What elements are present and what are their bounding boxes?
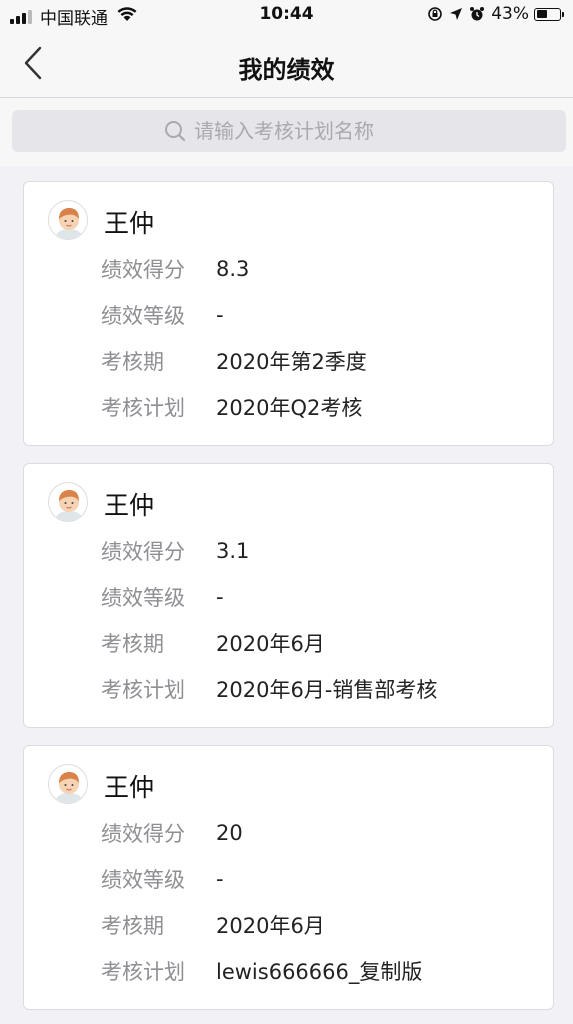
- grade-value: -: [216, 867, 224, 891]
- search-box[interactable]: [12, 110, 566, 152]
- grade-value: -: [216, 585, 224, 609]
- score-row: 绩效得分 20: [101, 818, 243, 848]
- score-value: 20: [216, 821, 243, 845]
- page-title: 我的绩效: [238, 56, 335, 84]
- status-right: 43%: [421, 4, 564, 24]
- search-icon: [164, 120, 186, 142]
- battery-percent: 43%: [491, 4, 529, 24]
- rotation-lock-icon: [427, 6, 443, 22]
- score-label: 绩效得分: [101, 540, 185, 564]
- plan-row: 考核计划 2020年6月-销售部考核: [101, 674, 437, 704]
- period-label: 考核期: [101, 914, 164, 938]
- period-label: 考核期: [101, 632, 164, 656]
- period-label: 考核期: [101, 350, 164, 374]
- score-row: 绩效得分 3.1: [101, 536, 249, 566]
- grade-label: 绩效等级: [101, 868, 185, 892]
- grade-value: -: [216, 303, 224, 327]
- score-label: 绩效得分: [101, 258, 185, 282]
- score-label: 绩效得分: [101, 822, 185, 846]
- plan-label: 考核计划: [101, 960, 185, 984]
- location-icon: [449, 7, 463, 21]
- performance-card[interactable]: 王仲 绩效得分 3.1 绩效等级 - 考核期 2020年6月 考核计划 2020…: [23, 463, 554, 728]
- status-bar: 中国联通 10:44 43%: [0, 0, 573, 30]
- alarm-icon: [469, 6, 485, 22]
- plan-label: 考核计划: [101, 678, 185, 702]
- score-value: 8.3: [216, 257, 250, 281]
- grade-label: 绩效等级: [101, 304, 185, 328]
- plan-value: 2020年Q2考核: [216, 396, 363, 420]
- avatar: [48, 764, 88, 804]
- nav-bar: 我的绩效: [0, 30, 573, 98]
- grade-row: 绩效等级 -: [101, 300, 224, 330]
- avatar: [48, 200, 88, 240]
- performance-card[interactable]: 王仲 绩效得分 20 绩效等级 - 考核期 2020年6月 考核计划 lewis…: [23, 745, 554, 1010]
- period-row: 考核期 2020年6月: [101, 628, 325, 658]
- employee-name: 王仲: [104, 491, 155, 520]
- period-value: 2020年第2季度: [216, 350, 367, 374]
- period-row: 考核期 2020年6月: [101, 910, 325, 940]
- plan-row: 考核计划 lewis666666_复制版: [101, 956, 422, 986]
- employee-name: 王仲: [104, 773, 155, 802]
- plan-row: 考核计划 2020年Q2考核: [101, 392, 362, 422]
- score-row: 绩效得分 8.3: [101, 254, 249, 284]
- battery-icon: [534, 7, 564, 21]
- plan-label: 考核计划: [101, 396, 185, 420]
- score-value: 3.1: [216, 539, 250, 563]
- performance-card[interactable]: 王仲 绩效得分 8.3 绩效等级 - 考核期 2020年第2季度 考核计划 20…: [23, 181, 554, 446]
- plan-value: 2020年6月-销售部考核: [216, 678, 438, 702]
- search-input[interactable]: [194, 119, 414, 143]
- grade-row: 绩效等级 -: [101, 864, 224, 894]
- grade-row: 绩效等级 -: [101, 582, 224, 612]
- avatar: [48, 482, 88, 522]
- period-value: 2020年6月: [216, 632, 325, 656]
- plan-value: lewis666666_复制版: [216, 960, 423, 984]
- search-bar: [0, 98, 573, 166]
- grade-label: 绩效等级: [101, 586, 185, 610]
- period-value: 2020年6月: [216, 914, 325, 938]
- employee-name: 王仲: [104, 209, 155, 238]
- period-row: 考核期 2020年第2季度: [101, 346, 367, 376]
